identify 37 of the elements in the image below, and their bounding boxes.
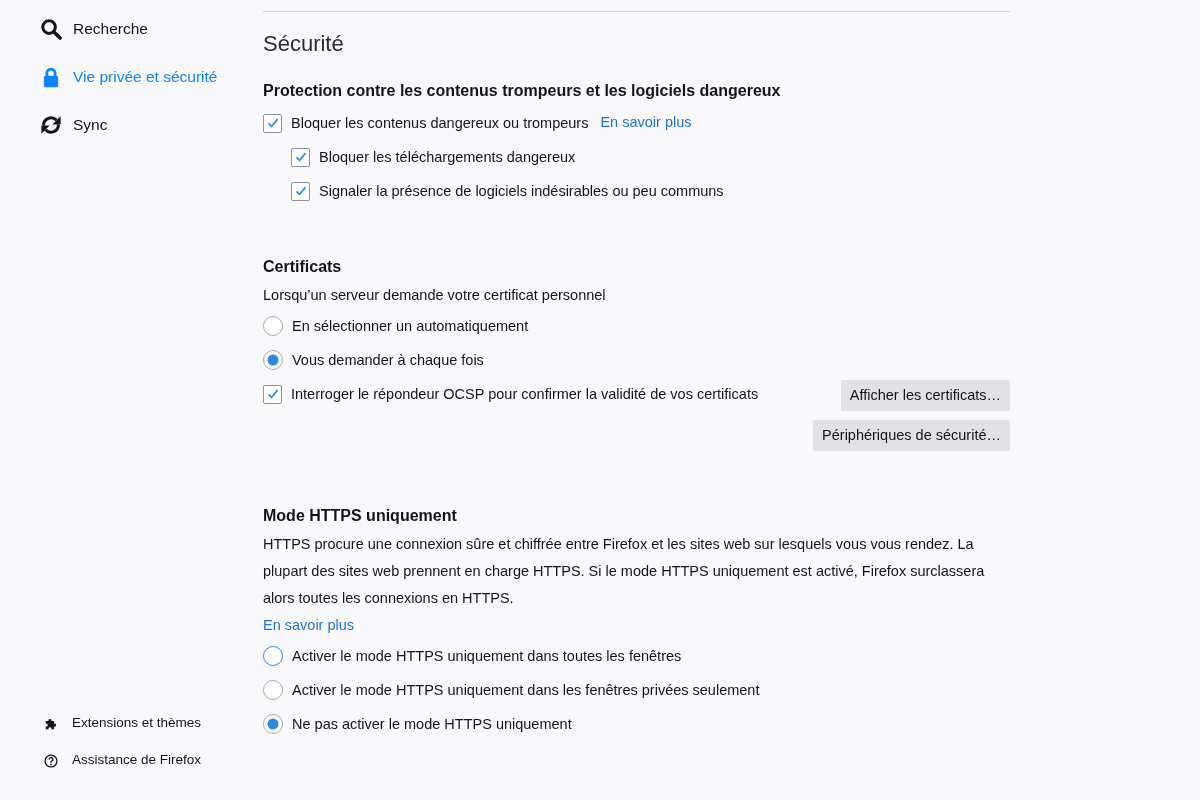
description-text: HTTPS procure une connexion sûre et chiffrée entre Firefox et les sites web sur lesquels vous vous rendez. La plupart des sites web prennent en charge HTTPS. Si le mode HTTPS uniquement est activé, Firefox surclassera alors toutes les connexions en HTTPS. <box>263 535 986 608</box>
radio-label[interactable]: Vous demander à chaque fois <box>292 350 484 370</box>
sidebar-item[interactable]: Vie privée et sécurité <box>0 53 218 101</box>
radio-label[interactable]: Activer le mode HTTPS uniquement dans les fenêtres privées seulement <box>292 680 760 700</box>
page-title: Sécurité <box>263 30 345 58</box>
radio-button[interactable] <box>263 680 283 700</box>
sidebar-item[interactable]: Sync <box>0 101 108 149</box>
checkbox[interactable] <box>263 113 282 133</box>
puzzle-icon <box>44 716 58 731</box>
sync-icon <box>40 114 62 136</box>
radio-label[interactable]: Activer le mode HTTPS uniquement dans toutes les fenêtres <box>292 646 682 666</box>
sidebar-item[interactable]: Recherche <box>0 5 148 53</box>
help-icon <box>44 753 58 768</box>
section-heading: Certificats <box>263 257 343 277</box>
section-heading: Mode HTTPS uniquement <box>263 506 458 526</box>
description-text: Lorsqu’un serveur demande votre certificat personnel <box>263 286 607 305</box>
learn-more-link[interactable]: En savoir plus <box>600 112 692 134</box>
learn-more-link[interactable]: En savoir plus <box>263 612 355 639</box>
checkbox[interactable] <box>263 384 282 404</box>
checkbox-label[interactable]: Interroger le répondeur OCSP pour confirmer la validité de vos certificats <box>291 384 759 404</box>
radio-button[interactable] <box>263 714 283 734</box>
sidebar-link[interactable]: Extensions et thèmes <box>0 705 202 742</box>
radio-label[interactable]: Ne pas activer le mode HTTPS uniquement <box>292 714 572 734</box>
section-heading: Protection contre les contenus trompeurs et les logiciels dangereux <box>263 81 782 101</box>
checkbox-label[interactable]: Bloquer les contenus dangereux ou trompeurs <box>291 113 589 133</box>
checkbox-label[interactable]: Bloquer les téléchargements dangereux <box>319 147 576 167</box>
checkbox[interactable] <box>291 181 310 201</box>
dialog-button[interactable]: Afficher les certificats… <box>840 380 1010 411</box>
sidebar-link[interactable]: Assistance de Firefox <box>0 742 202 779</box>
dialog-button[interactable]: Périphériques de sécurité… <box>813 420 1010 451</box>
search-icon <box>40 18 62 40</box>
checkbox[interactable] <box>291 147 310 167</box>
radio-button[interactable] <box>263 646 283 666</box>
radio-button[interactable] <box>263 316 283 336</box>
radio-button[interactable] <box>263 350 283 370</box>
checkbox-label[interactable]: Signaler la présence de logiciels indésirables ou peu communs <box>319 181 724 201</box>
radio-label[interactable]: En sélectionner un automatiquement <box>292 316 529 336</box>
